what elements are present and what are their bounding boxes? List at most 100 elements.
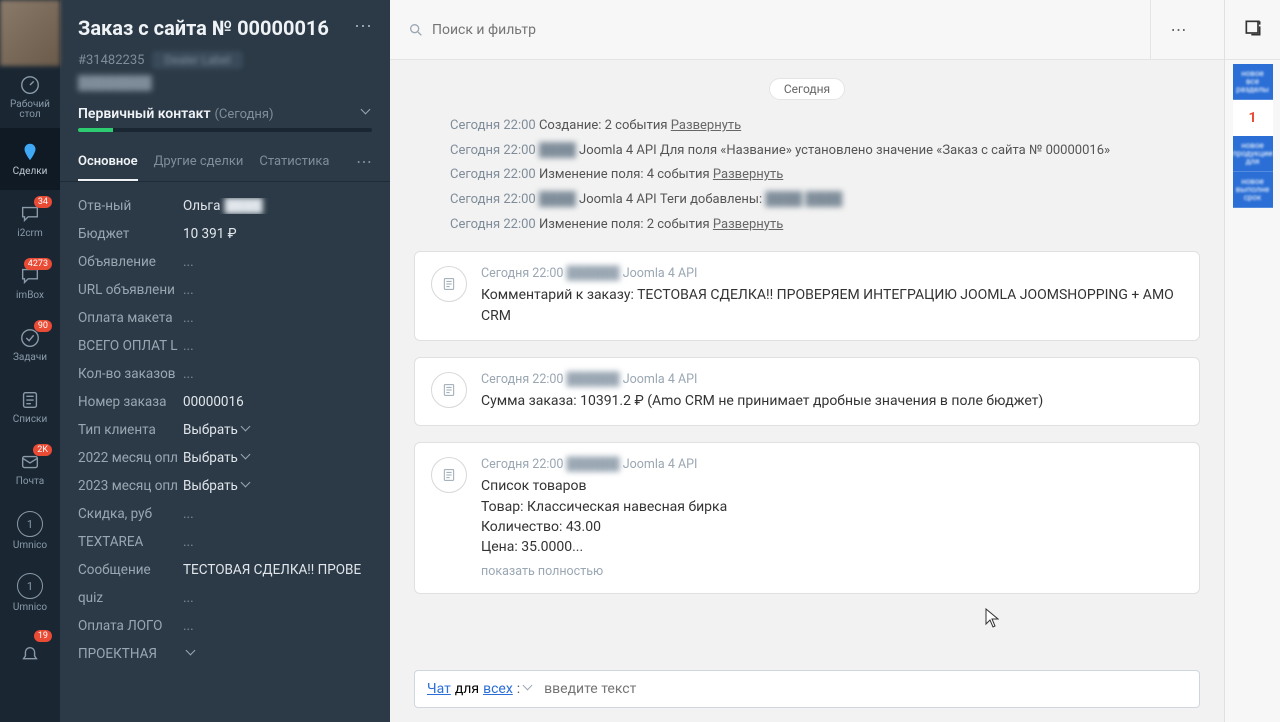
tab-main[interactable]: Основное [78, 154, 138, 181]
field-row[interactable]: Отв-ныйОльга████ [78, 192, 372, 220]
field-value[interactable]: ... [183, 282, 372, 298]
field-row[interactable]: Тип клиентаВыбрать [78, 416, 372, 444]
field-value[interactable]: 10 391 ₽ [183, 226, 372, 242]
field-value[interactable]: Выбрать [183, 422, 372, 438]
deals-icon: $ [19, 141, 41, 163]
field-row[interactable]: quiz... [78, 584, 372, 612]
field-row[interactable]: 2022 месяц оплВыбрать [78, 444, 372, 472]
field-row[interactable]: URL объявлени... [78, 276, 372, 304]
field-row[interactable]: Оплата макета... [78, 304, 372, 332]
field-label: Бюджет [78, 226, 183, 242]
field-value[interactable]: ТЕСТОВАЯ СДЕЛКА!! ПРОВЕ [183, 562, 372, 578]
log-line: Сегодня 22:00 Изменение поля: 4 события … [450, 163, 1164, 188]
composer-text: для [455, 681, 479, 697]
right-tab[interactable]: новоепродукциидля [1233, 136, 1273, 172]
nav-label: Задачи [13, 353, 47, 363]
deal-title[interactable]: Заказ с сайта № 00000016 [78, 16, 329, 41]
expand-link[interactable]: Развернуть [713, 167, 783, 182]
search-wrap[interactable] [408, 22, 1150, 38]
note-text: Сумма заказа: 10391.2 ₽ (Amo CRM не прин… [481, 391, 1183, 411]
field-label: quiz [78, 590, 183, 606]
note-text: Комментарий к заказу: ТЕСТОВАЯ СДЕЛКА!! … [481, 285, 1183, 326]
right-tab[interactable]: новоевыполнесрок [1233, 172, 1273, 208]
note-icon [431, 372, 467, 408]
activity-feed: Сегодня Сегодня 22:00 Создание: 2 событи… [390, 60, 1224, 722]
message-composer[interactable]: Чат для всех: [414, 670, 1200, 708]
field-row[interactable]: Объявление... [78, 248, 372, 276]
field-value[interactable]: ... [183, 366, 372, 382]
expand-link[interactable]: Развернуть [671, 118, 741, 133]
log-line: Сегодня 22:00 ████ Joomla 4 API Для поля… [450, 139, 1164, 164]
field-value[interactable]: ... [183, 338, 372, 354]
composer-all-link[interactable]: всех [483, 681, 513, 697]
search-input[interactable] [432, 22, 1150, 38]
field-row[interactable]: 2023 месяц оплВыбрать [78, 472, 372, 500]
nav-deals[interactable]: $ Сделки [0, 128, 60, 190]
tab-stats[interactable]: Статистика [259, 154, 329, 179]
right-tab-active[interactable]: 1 [1233, 100, 1273, 136]
field-value[interactable]: Выбрать [183, 450, 372, 466]
field-label: URL объявлени [78, 282, 183, 298]
field-row[interactable]: Оплата ЛОГО... [78, 612, 372, 640]
field-value[interactable]: ... [183, 506, 372, 522]
main-area: ⋯ Сегодня Сегодня 22:00 Создание: 2 собы… [390, 0, 1224, 722]
field-value[interactable]: ... [183, 534, 372, 550]
field-value[interactable]: Выбрать [183, 478, 372, 494]
left-nav-rail: Рабочий стол $ Сделки 34 i2crm 4273 imBo… [0, 0, 60, 722]
chevron-down-icon[interactable] [524, 684, 534, 694]
nav-desktop[interactable]: Рабочий стол [0, 66, 60, 128]
field-label: Объявление [78, 254, 183, 270]
count-circle: 1 [17, 511, 43, 537]
note-card: Сегодня 22:00 ██████ Joomla 4 APIСписок … [414, 442, 1200, 593]
composer-chat-link[interactable]: Чат [427, 681, 451, 697]
field-label: ПРОЕКТНАЯ [78, 646, 183, 662]
log-line: Сегодня 22:00 Изменение поля: 2 события … [450, 213, 1164, 238]
nav-notifications[interactable]: 19 [0, 624, 60, 686]
more-icon[interactable]: ⋯ [354, 16, 372, 37]
field-value[interactable]: ... [183, 310, 372, 326]
stage-selector[interactable]: Первичный контакт (Сегодня) [78, 103, 372, 122]
field-label: Оплата ЛОГО [78, 618, 183, 634]
tab-more-icon[interactable]: ⋯ [356, 152, 372, 181]
nav-mail[interactable]: 2K Почта [0, 438, 60, 500]
field-value[interactable]: Ольга████ [183, 198, 372, 214]
field-value[interactable]: ... [183, 618, 372, 634]
show-more-link[interactable]: показать полностью [481, 564, 1183, 579]
chevron-down-icon [187, 649, 197, 659]
badge: 90 [34, 320, 52, 332]
more-button[interactable]: ⋯ [1150, 0, 1206, 60]
field-row[interactable]: Кол-во заказов... [78, 360, 372, 388]
field-label: Оплата макета [78, 310, 183, 326]
nav-imbox[interactable]: 4273 imBox [0, 252, 60, 314]
nav-lists[interactable]: Списки [0, 376, 60, 438]
field-value[interactable]: ... [183, 254, 372, 270]
stage-sub: (Сегодня) [214, 107, 273, 122]
expand-link[interactable]: Развернуть [713, 217, 783, 232]
field-row[interactable]: Скидка, руб... [78, 500, 372, 528]
nav-umnico-1[interactable]: 1 Umnico [0, 500, 60, 562]
nav-i2crm[interactable]: 34 i2crm [0, 190, 60, 252]
avatar[interactable] [0, 0, 60, 66]
field-row[interactable]: Номер заказа00000016 [78, 388, 372, 416]
field-value[interactable]: 00000016 [183, 394, 372, 410]
field-value[interactable]: ... [183, 590, 372, 606]
field-row[interactable]: TEXTAREA... [78, 528, 372, 556]
tag[interactable]: Dealer Label [152, 51, 242, 69]
badge: 19 [34, 630, 52, 642]
note-text: Список товаров [481, 476, 1183, 496]
field-row[interactable]: Бюджет10 391 ₽ [78, 220, 372, 248]
nav-umnico-2[interactable]: 1 Umnico [0, 562, 60, 624]
field-value[interactable] [183, 649, 372, 659]
field-row[interactable]: СообщениеТЕСТОВАЯ СДЕЛКА!! ПРОВЕ [78, 556, 372, 584]
field-row[interactable]: ВСЕГО ОПЛАТ L... [78, 332, 372, 360]
field-label: Тип клиента [78, 422, 183, 438]
nav-tasks[interactable]: 90 Задачи [0, 314, 60, 376]
tab-other[interactable]: Другие сделки [154, 154, 244, 179]
right-tab[interactable]: новоевсеразделы [1233, 64, 1273, 100]
note-text: Количество: 43.00 [481, 517, 1183, 537]
new-window-icon[interactable] [1243, 18, 1263, 42]
gauge-icon [19, 74, 41, 96]
nav-label: i2crm [17, 229, 42, 239]
field-row[interactable]: ПРОЕКТНАЯ [78, 640, 372, 668]
composer-input[interactable] [544, 681, 1187, 697]
